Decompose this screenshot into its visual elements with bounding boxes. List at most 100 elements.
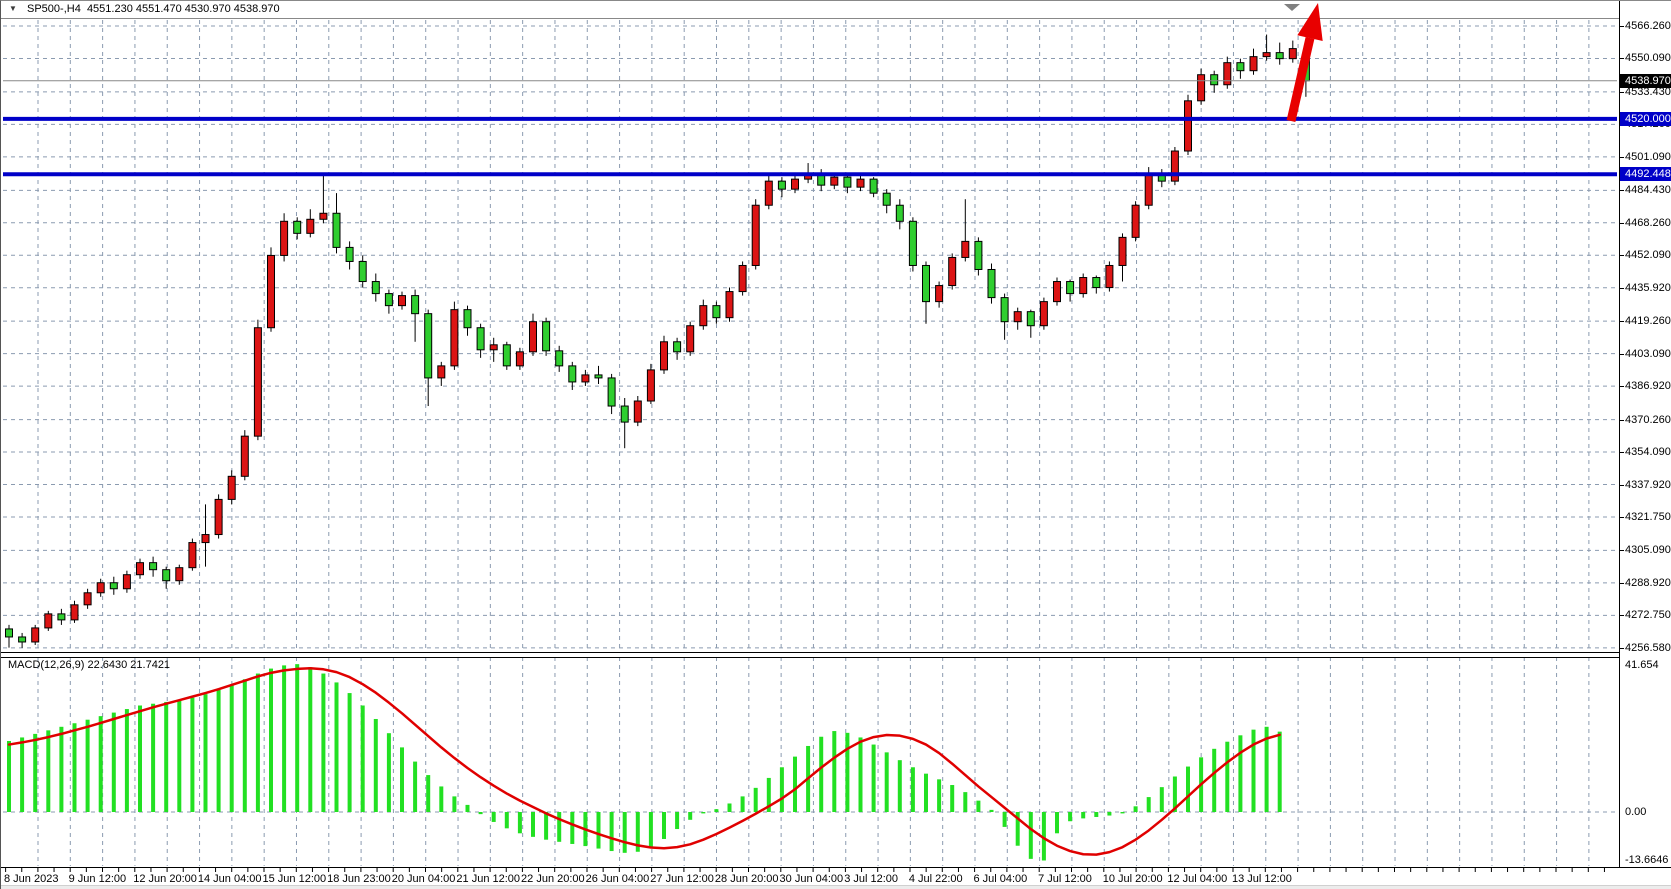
candle-body: [595, 375, 602, 378]
price-tick-label: 4321.750: [1625, 510, 1671, 524]
macd-histogram-bar: [1107, 812, 1111, 816]
macd-histogram-bar: [1147, 797, 1151, 812]
macd-histogram-bar: [204, 694, 208, 812]
macd-histogram-bar: [413, 762, 417, 812]
candle-body: [97, 583, 104, 593]
candle-body: [281, 221, 288, 255]
price-tick-label: 4403.090: [1625, 347, 1671, 361]
macd-histogram-bar: [544, 812, 548, 840]
macd-histogram-bar: [531, 812, 535, 837]
candle-body: [137, 563, 144, 575]
macd-histogram-bar: [243, 679, 247, 812]
macd-histogram-bar: [151, 704, 155, 812]
axis-tick: [1620, 648, 1624, 649]
price-tick-label: 4370.260: [1625, 413, 1671, 427]
candle-body: [1185, 101, 1192, 151]
candle-body: [1237, 63, 1244, 71]
time-tick-label: 8 Jun 2023: [4, 873, 58, 885]
candle-body: [647, 370, 654, 401]
candle-body: [713, 306, 720, 318]
macd-histogram-bar: [348, 693, 352, 812]
time-axis[interactable]: 8 Jun 20239 Jun 12:0012 Jun 20:0014 Jun …: [1, 867, 1671, 886]
time-tick-label: 30 Jun 04:00: [780, 873, 844, 885]
macd-histogram-bar: [872, 745, 876, 812]
macd-histogram-bar: [7, 741, 11, 812]
macd-histogram-bar: [610, 812, 614, 851]
macd-histogram-bar: [46, 730, 50, 812]
macd-histogram-bar: [518, 812, 522, 833]
macd-indicator-area[interactable]: [1, 656, 1619, 867]
candle-body: [1132, 205, 1139, 237]
macd-histogram-bar: [295, 664, 299, 812]
candle-body: [1145, 173, 1152, 205]
macd-histogram-bar: [688, 812, 692, 820]
macd-histogram-bar: [269, 669, 273, 812]
candle-body: [1027, 312, 1034, 326]
candle-body: [844, 177, 851, 187]
symbol-dropdown-icon[interactable]: ▼: [9, 4, 17, 14]
candle-body: [438, 366, 445, 378]
price-tick-label: 4354.090: [1625, 445, 1671, 459]
panel-separator[interactable]: [1, 652, 1619, 658]
macd-tick-label: 0.00: [1625, 805, 1646, 819]
macd-histogram-bar: [20, 737, 24, 812]
candle-body: [962, 241, 969, 257]
candle-body: [123, 575, 130, 589]
price-tick-label: 4550.090: [1625, 51, 1671, 65]
macd-histogram-bar: [164, 702, 168, 812]
candle-body: [333, 213, 340, 247]
chart-title-bar: ▼ SP500-,H4 4551.230 4551.470 4530.970 4…: [1, 1, 1619, 18]
time-tick-label: 9 Jun 12:00: [69, 873, 127, 885]
price-tick-label: 4288.920: [1625, 576, 1671, 590]
axis-tick: [1620, 223, 1624, 224]
time-tick-label: 20 Jun 04:00: [392, 873, 456, 885]
macd-histogram-bar: [426, 775, 430, 812]
price-tick-label: 4468.260: [1625, 216, 1671, 230]
macd-histogram-bar: [374, 719, 378, 812]
candle-body: [765, 181, 772, 205]
candle-body: [385, 294, 392, 306]
candle-body: [1014, 312, 1021, 322]
macd-histogram-bar: [1068, 812, 1072, 821]
candle-body: [516, 352, 523, 366]
candle-body: [1224, 63, 1231, 85]
axis-tick: [1620, 615, 1624, 616]
macd-histogram-bar: [1212, 749, 1216, 812]
candle-body: [1276, 53, 1283, 59]
candle-body: [294, 221, 301, 233]
candle-body: [1198, 75, 1205, 101]
macd-histogram-bar: [505, 812, 509, 828]
macd-histogram-bar: [1134, 806, 1138, 812]
candle-body: [975, 241, 982, 269]
candle-body: [176, 568, 183, 581]
macd-histogram-bar: [1081, 812, 1085, 818]
candle-body: [320, 213, 327, 219]
candle-body: [45, 614, 52, 628]
price-tick-label: 4566.260: [1625, 19, 1671, 33]
macd-histogram-bar: [819, 737, 823, 812]
macd-histogram-bar: [86, 720, 90, 812]
candle-body: [1263, 53, 1270, 57]
macd-histogram-bar: [73, 723, 77, 812]
macd-histogram-bar: [557, 812, 561, 842]
macd-histogram-bar: [924, 774, 928, 812]
macd-histogram-bar: [714, 809, 718, 812]
price-tick-label: 4452.090: [1625, 248, 1671, 262]
price-axis[interactable]: 4566.2604550.0904533.4304517.2604501.090…: [1619, 1, 1671, 867]
macd-histogram-bar: [623, 812, 627, 853]
candle-body: [346, 247, 353, 261]
macd-histogram-bar: [361, 706, 365, 813]
macd-tick-label: -13.6646: [1625, 853, 1668, 867]
macd-histogram-bar: [1160, 787, 1164, 812]
candle-body: [1106, 265, 1113, 287]
macd-histogram-bar: [990, 810, 994, 812]
candlestick-chart-area[interactable]: [1, 18, 1619, 656]
axis-tick: [1620, 190, 1624, 191]
macd-histogram-bar: [256, 674, 260, 812]
time-tick-label: 12 Jun 20:00: [133, 873, 197, 885]
candle-body: [674, 342, 681, 352]
price-tick-label: 4484.430: [1625, 183, 1671, 197]
price-tick-label: 4272.750: [1625, 608, 1671, 622]
candle-body: [503, 345, 510, 366]
candle-body: [857, 179, 864, 187]
